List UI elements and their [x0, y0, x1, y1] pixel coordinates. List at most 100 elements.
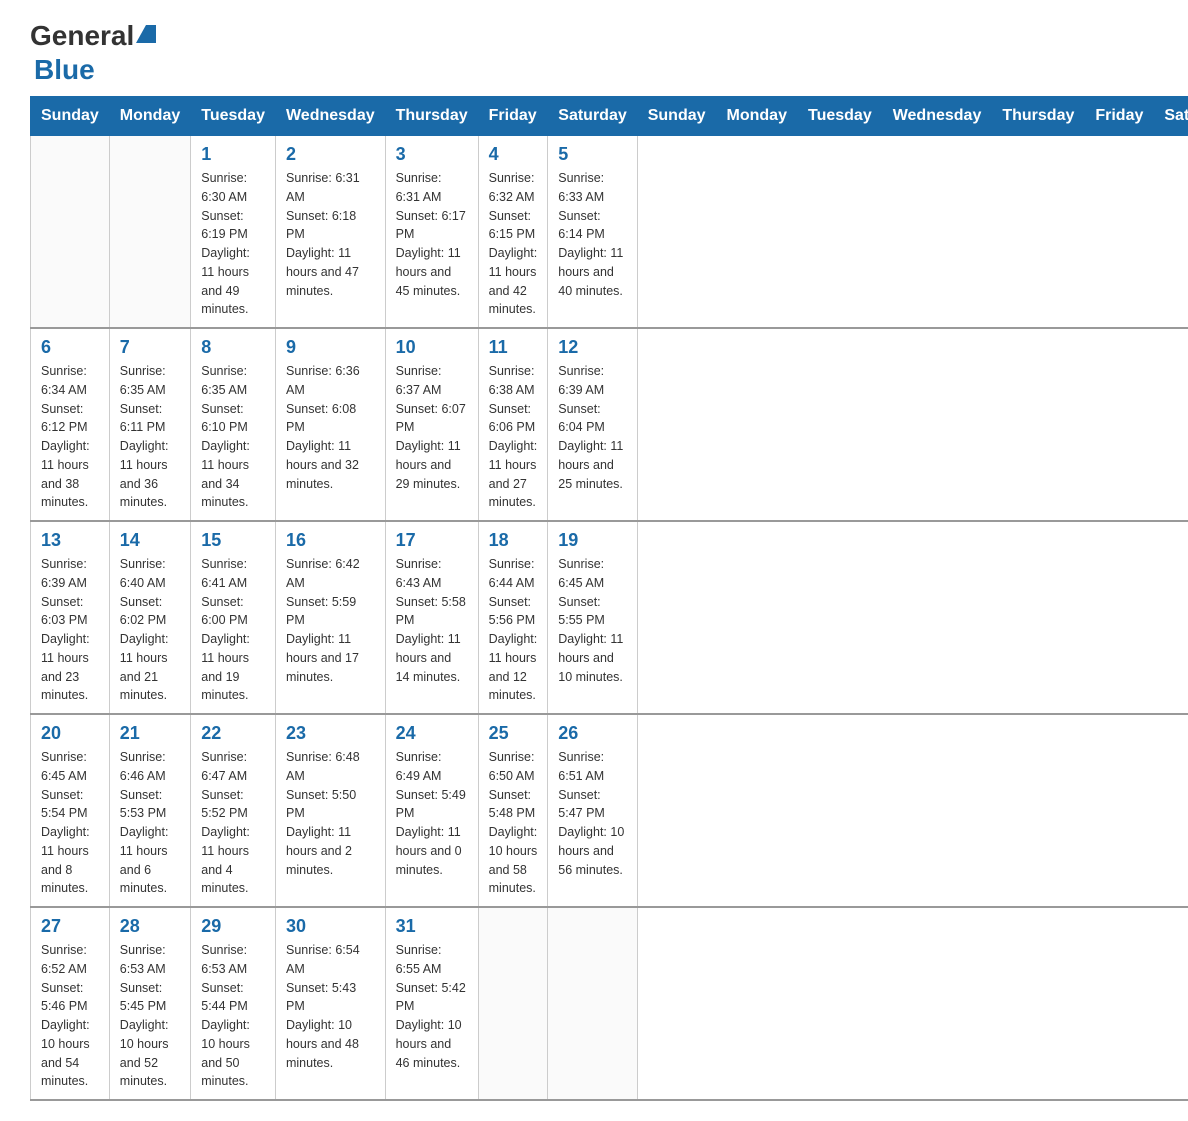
day-number: 3 — [396, 144, 468, 165]
day-info: Sunrise: 6:35 AMSunset: 6:10 PMDaylight:… — [201, 362, 265, 512]
weekday-header-thursday: Thursday — [992, 97, 1085, 136]
day-info: Sunrise: 6:55 AMSunset: 5:42 PMDaylight:… — [396, 941, 468, 1072]
calendar-cell: 23 Sunrise: 6:48 AMSunset: 5:50 PMDayligh… — [275, 714, 385, 907]
calendar-cell: 20 Sunrise: 6:45 AMSunset: 5:54 PMDayligh… — [31, 714, 110, 907]
day-info: Sunrise: 6:45 AMSunset: 5:55 PMDaylight:… — [558, 555, 626, 686]
calendar-cell: 6 Sunrise: 6:34 AMSunset: 6:12 PMDaylight… — [31, 328, 110, 521]
calendar-week-row: 20 Sunrise: 6:45 AMSunset: 5:54 PMDayligh… — [31, 714, 1188, 907]
day-number: 28 — [120, 916, 180, 937]
calendar-cell: 22Sunrise: 6:47 AMSunset: 5:52 PMDayligh… — [191, 714, 276, 907]
logo-triangle-icon — [136, 25, 156, 43]
day-info: Sunrise: 6:36 AMSunset: 6:08 PMDaylight:… — [286, 362, 375, 493]
calendar-cell: 12 Sunrise: 6:39 AMSunset: 6:04 PMDayligh… — [548, 328, 637, 521]
weekday-header-wednesday: Wednesday — [275, 97, 385, 136]
calendar-cell — [478, 907, 548, 1100]
calendar-cell: 21Sunrise: 6:46 AMSunset: 5:53 PMDayligh… — [109, 714, 190, 907]
day-info: Sunrise: 6:52 AMSunset: 5:46 PMDaylight:… — [41, 941, 99, 1091]
weekday-header-sunday: Sunday — [31, 97, 110, 136]
day-info: Sunrise: 6:35 AMSunset: 6:11 PMDaylight:… — [120, 362, 180, 512]
calendar-cell — [109, 136, 190, 329]
day-number: 7 — [120, 337, 180, 358]
day-info: Sunrise: 6:31 AMSunset: 6:17 PMDaylight:… — [396, 169, 468, 300]
day-number: 26 — [558, 723, 626, 744]
day-info: Sunrise: 6:53 AMSunset: 5:45 PMDaylight:… — [120, 941, 180, 1091]
day-number: 9 — [286, 337, 375, 358]
day-number: 22 — [201, 723, 265, 744]
calendar-cell — [31, 136, 110, 329]
calendar-cell: 9 Sunrise: 6:36 AMSunset: 6:08 PMDaylight… — [275, 328, 385, 521]
logo-blue-text: Blue — [34, 54, 95, 85]
calendar-cell: 11Sunrise: 6:38 AMSunset: 6:06 PMDayligh… — [478, 328, 548, 521]
weekday-header-monday: Monday — [716, 97, 797, 136]
calendar-cell: 1Sunrise: 6:30 AMSunset: 6:19 PMDaylight… — [191, 136, 276, 329]
calendar-cell: 27 Sunrise: 6:52 AMSunset: 5:46 PMDayligh… — [31, 907, 110, 1100]
calendar-cell: 19 Sunrise: 6:45 AMSunset: 5:55 PMDayligh… — [548, 521, 637, 714]
calendar-cell: 3 Sunrise: 6:31 AMSunset: 6:17 PMDaylight… — [385, 136, 478, 329]
weekday-header-sunday: Sunday — [637, 97, 716, 136]
calendar-week-row: 13Sunrise: 6:39 AMSunset: 6:03 PMDayligh… — [31, 521, 1188, 714]
weekday-header-tuesday: Tuesday — [797, 97, 882, 136]
calendar-cell: 15 Sunrise: 6:41 AMSunset: 6:00 PMDayligh… — [191, 521, 276, 714]
day-info: Sunrise: 6:42 AMSunset: 5:59 PMDaylight:… — [286, 555, 375, 686]
logo-general-text: General — [30, 20, 134, 52]
day-number: 25 — [489, 723, 538, 744]
day-info: Sunrise: 6:48 AMSunset: 5:50 PMDaylight:… — [286, 748, 375, 879]
day-number: 27 — [41, 916, 99, 937]
weekday-header-saturday: Saturday — [1154, 97, 1188, 136]
day-info: Sunrise: 6:31 AMSunset: 6:18 PMDaylight:… — [286, 169, 375, 300]
day-number: 2 — [286, 144, 375, 165]
day-number: 13 — [41, 530, 99, 551]
calendar-cell: 13Sunrise: 6:39 AMSunset: 6:03 PMDayligh… — [31, 521, 110, 714]
day-number: 15 — [201, 530, 265, 551]
calendar-cell: 25Sunrise: 6:50 AMSunset: 5:48 PMDayligh… — [478, 714, 548, 907]
day-number: 17 — [396, 530, 468, 551]
calendar-cell: 31Sunrise: 6:55 AMSunset: 5:42 PMDayligh… — [385, 907, 478, 1100]
calendar-cell: 28 Sunrise: 6:53 AMSunset: 5:45 PMDayligh… — [109, 907, 190, 1100]
weekday-header-thursday: Thursday — [385, 97, 478, 136]
day-info: Sunrise: 6:39 AMSunset: 6:04 PMDaylight:… — [558, 362, 626, 493]
day-info: Sunrise: 6:34 AMSunset: 6:12 PMDaylight:… — [41, 362, 99, 512]
day-info: Sunrise: 6:53 AMSunset: 5:44 PMDaylight:… — [201, 941, 265, 1091]
day-number: 12 — [558, 337, 626, 358]
weekday-header-friday: Friday — [478, 97, 548, 136]
calendar-cell: 10Sunrise: 6:37 AMSunset: 6:07 PMDayligh… — [385, 328, 478, 521]
weekday-header-friday: Friday — [1085, 97, 1154, 136]
calendar-cell — [548, 907, 637, 1100]
day-info: Sunrise: 6:32 AMSunset: 6:15 PMDaylight:… — [489, 169, 538, 319]
day-number: 29 — [201, 916, 265, 937]
day-info: Sunrise: 6:33 AMSunset: 6:14 PMDaylight:… — [558, 169, 626, 300]
day-number: 20 — [41, 723, 99, 744]
calendar-week-row: 6 Sunrise: 6:34 AMSunset: 6:12 PMDaylight… — [31, 328, 1188, 521]
calendar-cell: 7 Sunrise: 6:35 AMSunset: 6:11 PMDaylight… — [109, 328, 190, 521]
day-info: Sunrise: 6:41 AMSunset: 6:00 PMDaylight:… — [201, 555, 265, 705]
day-info: Sunrise: 6:37 AMSunset: 6:07 PMDaylight:… — [396, 362, 468, 493]
calendar-cell: 30Sunrise: 6:54 AMSunset: 5:43 PMDayligh… — [275, 907, 385, 1100]
day-number: 19 — [558, 530, 626, 551]
day-number: 18 — [489, 530, 538, 551]
day-info: Sunrise: 6:30 AMSunset: 6:19 PMDaylight:… — [201, 169, 265, 319]
day-info: Sunrise: 6:54 AMSunset: 5:43 PMDaylight:… — [286, 941, 375, 1072]
weekday-header-wednesday: Wednesday — [882, 97, 992, 136]
page-header: General Blue — [30, 20, 1158, 86]
day-number: 14 — [120, 530, 180, 551]
calendar-cell: 16 Sunrise: 6:42 AMSunset: 5:59 PMDayligh… — [275, 521, 385, 714]
day-number: 16 — [286, 530, 375, 551]
calendar-table: SundayMondayTuesdayWednesdayThursdayFrid… — [30, 96, 1188, 1101]
day-info: Sunrise: 6:45 AMSunset: 5:54 PMDaylight:… — [41, 748, 99, 898]
day-number: 8 — [201, 337, 265, 358]
logo: General — [30, 20, 156, 52]
calendar-cell: 24 Sunrise: 6:49 AMSunset: 5:49 PMDayligh… — [385, 714, 478, 907]
calendar-cell: 29 Sunrise: 6:53 AMSunset: 5:44 PMDayligh… — [191, 907, 276, 1100]
day-number: 23 — [286, 723, 375, 744]
calendar-header-row: SundayMondayTuesdayWednesdayThursdayFrid… — [31, 97, 1188, 136]
day-info: Sunrise: 6:51 AMSunset: 5:47 PMDaylight:… — [558, 748, 626, 879]
day-info: Sunrise: 6:49 AMSunset: 5:49 PMDaylight:… — [396, 748, 468, 879]
calendar-cell: 2 Sunrise: 6:31 AMSunset: 6:18 PMDaylight… — [275, 136, 385, 329]
calendar-cell: 5Sunrise: 6:33 AMSunset: 6:14 PMDaylight… — [548, 136, 637, 329]
day-number: 21 — [120, 723, 180, 744]
calendar-week-row: 27 Sunrise: 6:52 AMSunset: 5:46 PMDayligh… — [31, 907, 1188, 1100]
calendar-week-row: 1Sunrise: 6:30 AMSunset: 6:19 PMDaylight… — [31, 136, 1188, 329]
calendar-cell: 4Sunrise: 6:32 AMSunset: 6:15 PMDaylight… — [478, 136, 548, 329]
day-number: 24 — [396, 723, 468, 744]
day-number: 6 — [41, 337, 99, 358]
